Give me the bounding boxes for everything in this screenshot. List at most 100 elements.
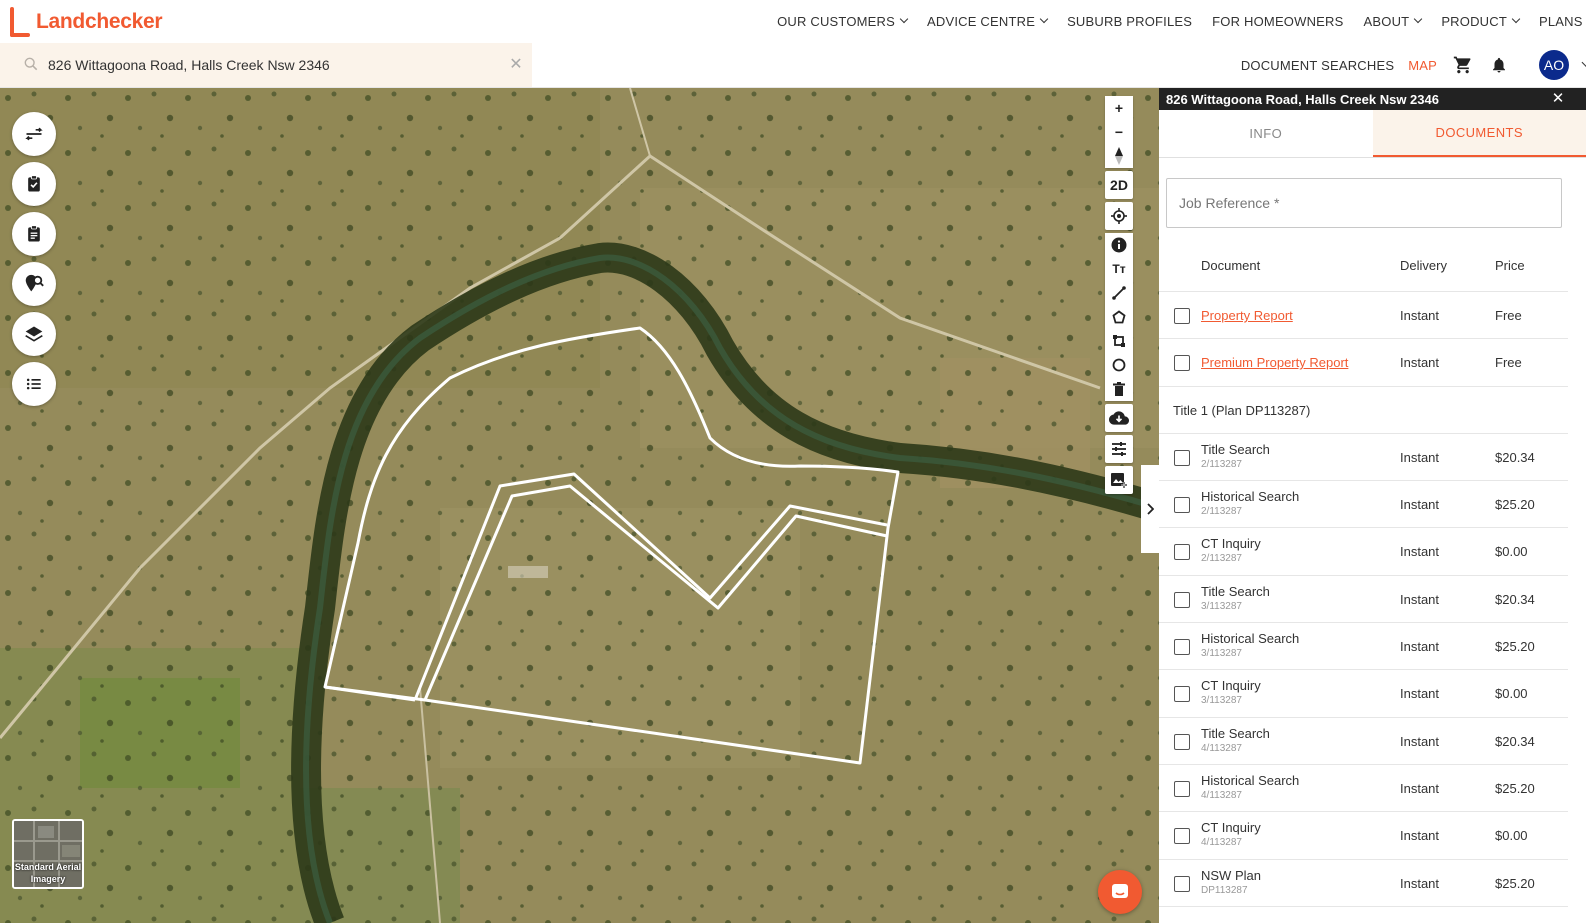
row-checkbox[interactable] bbox=[1174, 497, 1190, 514]
tab-info[interactable]: INFO bbox=[1159, 110, 1373, 157]
compare-icon[interactable] bbox=[12, 112, 56, 156]
document-name: Historical Search bbox=[1201, 489, 1300, 505]
nav-product[interactable]: PRODUCT bbox=[1431, 14, 1529, 29]
nav-about[interactable]: ABOUT bbox=[1354, 14, 1432, 29]
table-header: Document Delivery Price bbox=[1159, 240, 1568, 292]
price-value: $25.20 bbox=[1495, 497, 1535, 513]
document-ref: 4/113287 bbox=[1201, 837, 1242, 849]
circle-icon[interactable] bbox=[1105, 353, 1133, 377]
view-mode-toggle[interactable]: 2D bbox=[1105, 171, 1133, 199]
layers-icon[interactable] bbox=[12, 312, 56, 356]
map-link[interactable]: MAP bbox=[1408, 58, 1437, 73]
rectangle-icon[interactable] bbox=[1105, 329, 1133, 353]
list-icon[interactable] bbox=[12, 362, 56, 406]
nav-advice-centre[interactable]: ADVICE CENTRE bbox=[917, 14, 1057, 29]
row-checkbox[interactable] bbox=[1174, 639, 1190, 656]
header-price: Price bbox=[1495, 258, 1525, 273]
left-toolbar bbox=[12, 112, 56, 406]
title-section-header: Title 1 (Plan DP113287) bbox=[1159, 387, 1568, 434]
bell-icon[interactable] bbox=[1487, 53, 1511, 77]
text-icon[interactable]: Tт bbox=[1105, 257, 1133, 281]
document-ref: 3/113287 bbox=[1201, 600, 1242, 612]
panel-header: 826 Wittagoona Road, Halls Creek Nsw 234… bbox=[1159, 88, 1586, 110]
row-checkbox[interactable] bbox=[1174, 828, 1190, 845]
panel-title: 826 Wittagoona Road, Halls Creek Nsw 234… bbox=[1166, 91, 1439, 107]
polygon-icon[interactable] bbox=[1105, 305, 1133, 329]
cart-icon[interactable] bbox=[1451, 53, 1475, 77]
header-delivery: Delivery bbox=[1400, 258, 1447, 273]
tab-documents[interactable]: DOCUMENTS bbox=[1372, 110, 1586, 157]
price-value: Free bbox=[1495, 308, 1522, 323]
table-row: Historical Search 3/113287 Instant $25.20 bbox=[1159, 623, 1568, 671]
row-checkbox[interactable] bbox=[1174, 780, 1190, 797]
top-bar: Landchecker OUR CUSTOMERS ADVICE CENTRE … bbox=[0, 0, 1586, 88]
panel-scrollbar[interactable] bbox=[1568, 240, 1586, 923]
chevron-down-icon bbox=[1039, 14, 1049, 24]
price-value: $25.20 bbox=[1495, 639, 1535, 655]
row-checkbox[interactable] bbox=[1174, 449, 1190, 466]
document-ref: 3/113287 bbox=[1201, 648, 1242, 660]
row-checkbox[interactable] bbox=[1174, 733, 1190, 750]
sub-nav: DOCUMENT SEARCHES MAP AO bbox=[1241, 50, 1586, 80]
document-ref: 3/113287 bbox=[1201, 695, 1242, 707]
document-link[interactable]: Property Report bbox=[1201, 308, 1293, 323]
address-search-input[interactable] bbox=[48, 53, 488, 77]
nav-for-homeowners[interactable]: FOR HOMEOWNERS bbox=[1202, 14, 1353, 29]
panel-collapse-toggle[interactable] bbox=[1141, 465, 1159, 553]
locate-icon[interactable] bbox=[1105, 202, 1133, 230]
document-ref: 2/113287 bbox=[1201, 553, 1242, 565]
image-add-icon[interactable] bbox=[1105, 466, 1133, 494]
chat-icon[interactable] bbox=[1098, 870, 1142, 914]
row-checkbox[interactable] bbox=[1174, 308, 1190, 324]
zoom-in-icon[interactable]: + bbox=[1105, 96, 1133, 120]
delivery-value: Instant bbox=[1400, 355, 1440, 371]
table-row: Property Report Instant Free bbox=[1159, 292, 1568, 340]
location-search-icon[interactable] bbox=[12, 262, 56, 306]
landchecker-logo[interactable]: Landchecker bbox=[8, 6, 163, 38]
row-checkbox[interactable] bbox=[1174, 544, 1190, 561]
logo-mark-icon bbox=[8, 7, 30, 37]
row-checkbox[interactable] bbox=[1174, 355, 1190, 372]
compass-icon[interactable] bbox=[1105, 144, 1133, 168]
row-checkbox[interactable] bbox=[1174, 591, 1190, 608]
document-ref: 2/113287 bbox=[1201, 458, 1242, 470]
row-checkbox[interactable] bbox=[1174, 686, 1190, 703]
document-link[interactable]: Premium Property Report bbox=[1201, 355, 1348, 370]
nav-our-customers[interactable]: OUR CUSTOMERS bbox=[767, 14, 917, 29]
row-checkbox[interactable] bbox=[1174, 875, 1190, 892]
ruler-icon[interactable] bbox=[1105, 281, 1133, 305]
logo-text: Landchecker bbox=[36, 10, 163, 33]
table-row: NSW Plan DP113287 Instant $25.20 bbox=[1159, 860, 1568, 907]
document-name: Title Search bbox=[1201, 583, 1270, 599]
job-reference-field bbox=[1166, 178, 1562, 228]
zoom-out-icon[interactable]: − bbox=[1105, 120, 1133, 144]
info-icon[interactable] bbox=[1105, 233, 1133, 257]
close-icon[interactable]: ✕ bbox=[508, 57, 524, 73]
document-searches-link[interactable]: DOCUMENT SEARCHES bbox=[1241, 58, 1394, 73]
panel-tabs: INFO DOCUMENTS bbox=[1159, 110, 1586, 158]
sliders-icon[interactable] bbox=[1105, 435, 1133, 463]
document-name: NSW Plan bbox=[1201, 867, 1261, 883]
trash-icon[interactable] bbox=[1105, 377, 1133, 401]
nav-plans[interactable]: PLANS bbox=[1529, 14, 1586, 29]
chevron-down-icon[interactable] bbox=[1581, 57, 1586, 67]
document-name: Title Search bbox=[1201, 725, 1270, 741]
table-row: CT Inquiry 3/113287 Instant $0.00 bbox=[1159, 670, 1568, 718]
price-value: $0.00 bbox=[1495, 828, 1528, 844]
table-row: Premium Property Report Instant Free bbox=[1159, 339, 1568, 387]
delivery-value: Instant bbox=[1400, 497, 1440, 513]
checklist-icon[interactable] bbox=[12, 162, 56, 206]
close-icon[interactable]: ✕ bbox=[1550, 91, 1566, 107]
job-reference-input[interactable] bbox=[1167, 179, 1561, 227]
basemap-switcher[interactable]: Standard Aerial Imagery bbox=[12, 819, 84, 889]
document-name: CT Inquiry bbox=[1201, 536, 1261, 552]
delivery-value: Instant bbox=[1400, 544, 1440, 560]
nav-suburb-profiles[interactable]: SUBURB PROFILES bbox=[1057, 14, 1202, 29]
document-name: Historical Search bbox=[1201, 772, 1300, 788]
map-view[interactable]: + − 2D Tт Standard Aerial Imagery bbox=[0, 88, 1159, 923]
delivery-value: Instant bbox=[1400, 449, 1440, 465]
clipboard-icon[interactable] bbox=[12, 212, 56, 256]
cloud-download-icon[interactable] bbox=[1105, 404, 1133, 432]
avatar[interactable]: AO bbox=[1539, 50, 1569, 80]
price-value: $0.00 bbox=[1495, 544, 1528, 560]
